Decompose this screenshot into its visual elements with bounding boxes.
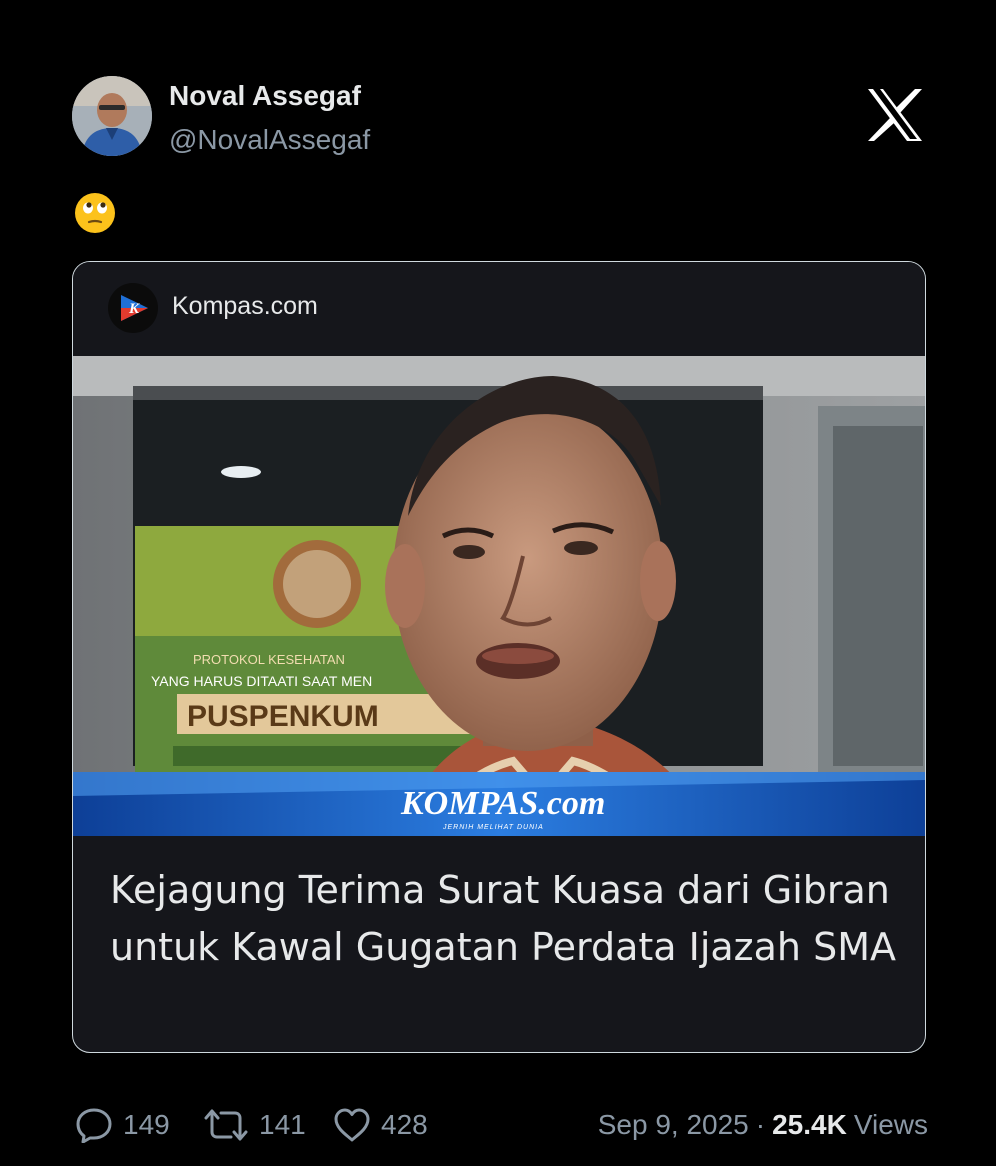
image-caption-logo: KOMPAS.com	[400, 785, 605, 822]
svg-text:YANG HARUS DITAATI SAAT MEN: YANG HARUS DITAATI SAAT MEN	[151, 673, 372, 689]
like-count: 428	[381, 1109, 428, 1140]
views-count[interactable]: 25.4K	[772, 1109, 847, 1141]
image-caption-tagline: JERNIH MELIHAT DUNIA	[442, 824, 544, 831]
card-source-header: K Kompas.com	[73, 262, 925, 356]
reply-icon	[76, 1108, 112, 1143]
retweet-count: 141	[259, 1109, 306, 1140]
tweet-date[interactable]: Sep 9, 2025	[598, 1109, 749, 1141]
avatar-photo	[72, 76, 152, 156]
author-handle[interactable]: @NovalAssegaf	[169, 124, 370, 156]
image-sign-text: PUSPENKUM	[187, 700, 379, 733]
svg-text:PROTOKOL KESEHATAN: PROTOKOL KESEHATAN	[193, 652, 345, 667]
retweet-icon	[204, 1109, 248, 1141]
svg-text:K: K	[128, 301, 140, 317]
views-label: Views	[853, 1109, 928, 1140]
kompas-k-logo-icon: K	[108, 283, 158, 333]
reply-count: 149	[123, 1109, 170, 1140]
author-display-name[interactable]: Noval Assegaf	[169, 80, 361, 112]
retweet-button[interactable]: 141	[203, 1100, 306, 1150]
tweet-meta: Sep 9, 2025 · 25.4K Views	[598, 1100, 928, 1150]
like-button[interactable]: 428	[333, 1100, 428, 1150]
heart-icon	[334, 1108, 370, 1142]
card-headline: Kejagung Terima Surat Kuasa dari Gibran …	[110, 868, 896, 969]
card-source-name: Kompas.com	[172, 292, 318, 320]
card-thumbnail-image: PROTOKOL KESEHATAN YANG HARUS DITAATI SA…	[73, 356, 925, 836]
reply-button[interactable]: 149	[75, 1100, 170, 1150]
x-logo-icon[interactable]	[866, 88, 924, 142]
meta-separator: ·	[755, 1109, 766, 1140]
face-with-rolling-eyes-emoji	[74, 192, 116, 234]
link-preview-card[interactable]: K Kompas.com PROTOKOL KESEHATAN YANG HAR…	[72, 261, 926, 1053]
author-avatar[interactable]	[72, 76, 152, 156]
